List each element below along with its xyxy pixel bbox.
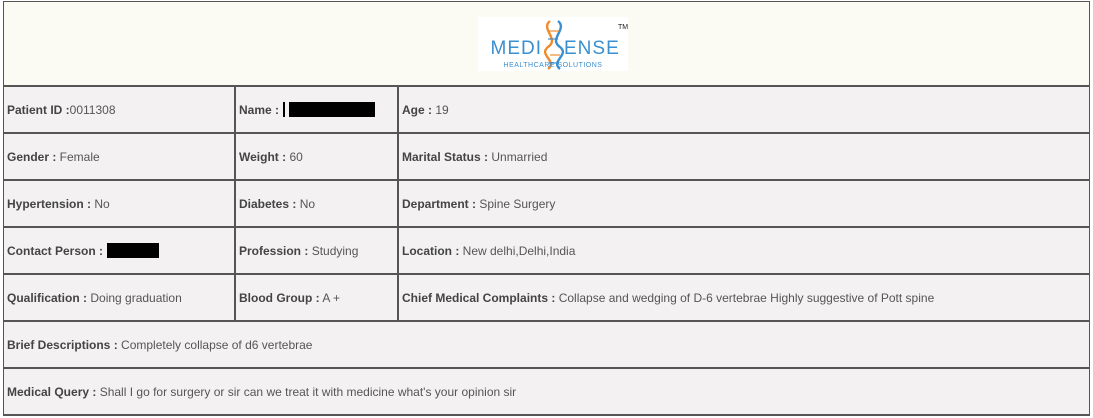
department-label: Department : [402, 196, 477, 211]
gender-label: Gender : [7, 149, 57, 164]
department-cell: Department : Spine Surgery [399, 181, 1089, 226]
location-cell: Location : New delhi,Delhi,India [399, 228, 1089, 273]
qualification-value: Doing graduation [87, 290, 182, 305]
brief-descriptions-cell: Brief Descriptions : Completely collapse… [4, 322, 1089, 367]
name-text-fragment [283, 102, 286, 117]
gender-value: Female [56, 149, 100, 164]
table-row: Gender : Female Weight : 60 Marital Stat… [4, 134, 1089, 181]
diabetes-label: Diabetes : [239, 196, 297, 211]
marital-status-cell: Marital Status : Unmarried [399, 134, 1089, 179]
profession-cell: Profession : Studying [236, 228, 399, 273]
location-label: Location : [402, 243, 460, 258]
name-cell: Name : [236, 87, 399, 132]
table-row: Hypertension : No Diabetes : No Departme… [4, 181, 1089, 228]
chief-complaints-cell: Chief Medical Complaints : Collapse and … [399, 275, 1089, 320]
weight-value: 60 [286, 149, 303, 164]
medical-query-cell: Medical Query : Shall I go for surgery o… [4, 369, 1089, 414]
table-row: Brief Descriptions : Completely collapse… [4, 322, 1089, 369]
chief-complaints-label: Chief Medical Complaints : [402, 290, 556, 305]
brief-descriptions-value: Completely collapse of d6 vertebrae [117, 337, 313, 352]
trademark-mark: TM [618, 24, 628, 31]
location-value: New delhi,Delhi,India [459, 243, 576, 258]
gender-cell: Gender : Female [4, 134, 236, 179]
department-value: Spine Surgery [476, 196, 556, 211]
table-row: Medical Query : Shall I go for surgery o… [4, 369, 1089, 416]
qualification-label: Qualification : [7, 290, 88, 305]
medical-query-label: Medical Query : [7, 384, 97, 399]
profession-label: Profession : [239, 243, 309, 258]
marital-status-value: Unmarried [488, 149, 548, 164]
brand-right: ENSE [564, 38, 620, 59]
name-redaction [289, 102, 376, 117]
blood-group-cell: Blood Group : A + [236, 275, 399, 320]
patient-id-cell: Patient ID :0011308 [4, 87, 236, 132]
contact-person-label: Contact Person : [7, 243, 104, 258]
blood-group-label: Blood Group : [239, 290, 320, 305]
diabetes-value: No [296, 196, 316, 211]
qualification-cell: Qualification : Doing graduation [4, 275, 236, 320]
blood-group-value: A + [319, 290, 341, 305]
hypertension-cell: Hypertension : No [4, 181, 236, 226]
brand-tagline: HEALTHCARE SOLUTIONS [503, 62, 602, 69]
medisense-logo: MEDI ENSE HEALTHCARE SOLUTIONS TM [477, 16, 628, 71]
chief-complaints-value: Collapse and wedging of D-6 vertebrae Hi… [555, 290, 935, 305]
contact-person-cell: Contact Person : [4, 228, 236, 273]
age-value: 19 [432, 102, 449, 117]
table-row: Contact Person : Profession : Studying L… [4, 228, 1089, 275]
patient-record-table: MEDI ENSE HEALTHCARE SOLUTIONS TM Patien… [3, 1, 1090, 416]
table-row: Patient ID :0011308 Name : Age : 19 [4, 87, 1089, 134]
diabetes-cell: Diabetes : No [236, 181, 399, 226]
weight-cell: Weight : 60 [236, 134, 399, 179]
hypertension-label: Hypertension : [7, 196, 92, 211]
contact-person-redaction [107, 243, 160, 258]
brand-left: MEDI [490, 38, 542, 59]
age-cell: Age : 19 [399, 87, 1089, 132]
age-label: Age : [402, 102, 432, 117]
medical-query-value: Shall I go for surgery or sir can we tre… [96, 384, 517, 399]
patient-id-label: Patient ID : [7, 102, 70, 117]
weight-label: Weight : [239, 149, 287, 164]
patient-id-value: 0011308 [69, 102, 116, 117]
hypertension-value: No [91, 196, 110, 211]
brief-descriptions-label: Brief Descriptions : [7, 337, 118, 352]
profession-value: Studying [308, 243, 359, 258]
table-row: Qualification : Doing graduation Blood G… [4, 275, 1089, 322]
name-label: Name : [239, 102, 280, 117]
marital-status-label: Marital Status : [402, 149, 489, 164]
header-row: MEDI ENSE HEALTHCARE SOLUTIONS TM [4, 2, 1089, 87]
